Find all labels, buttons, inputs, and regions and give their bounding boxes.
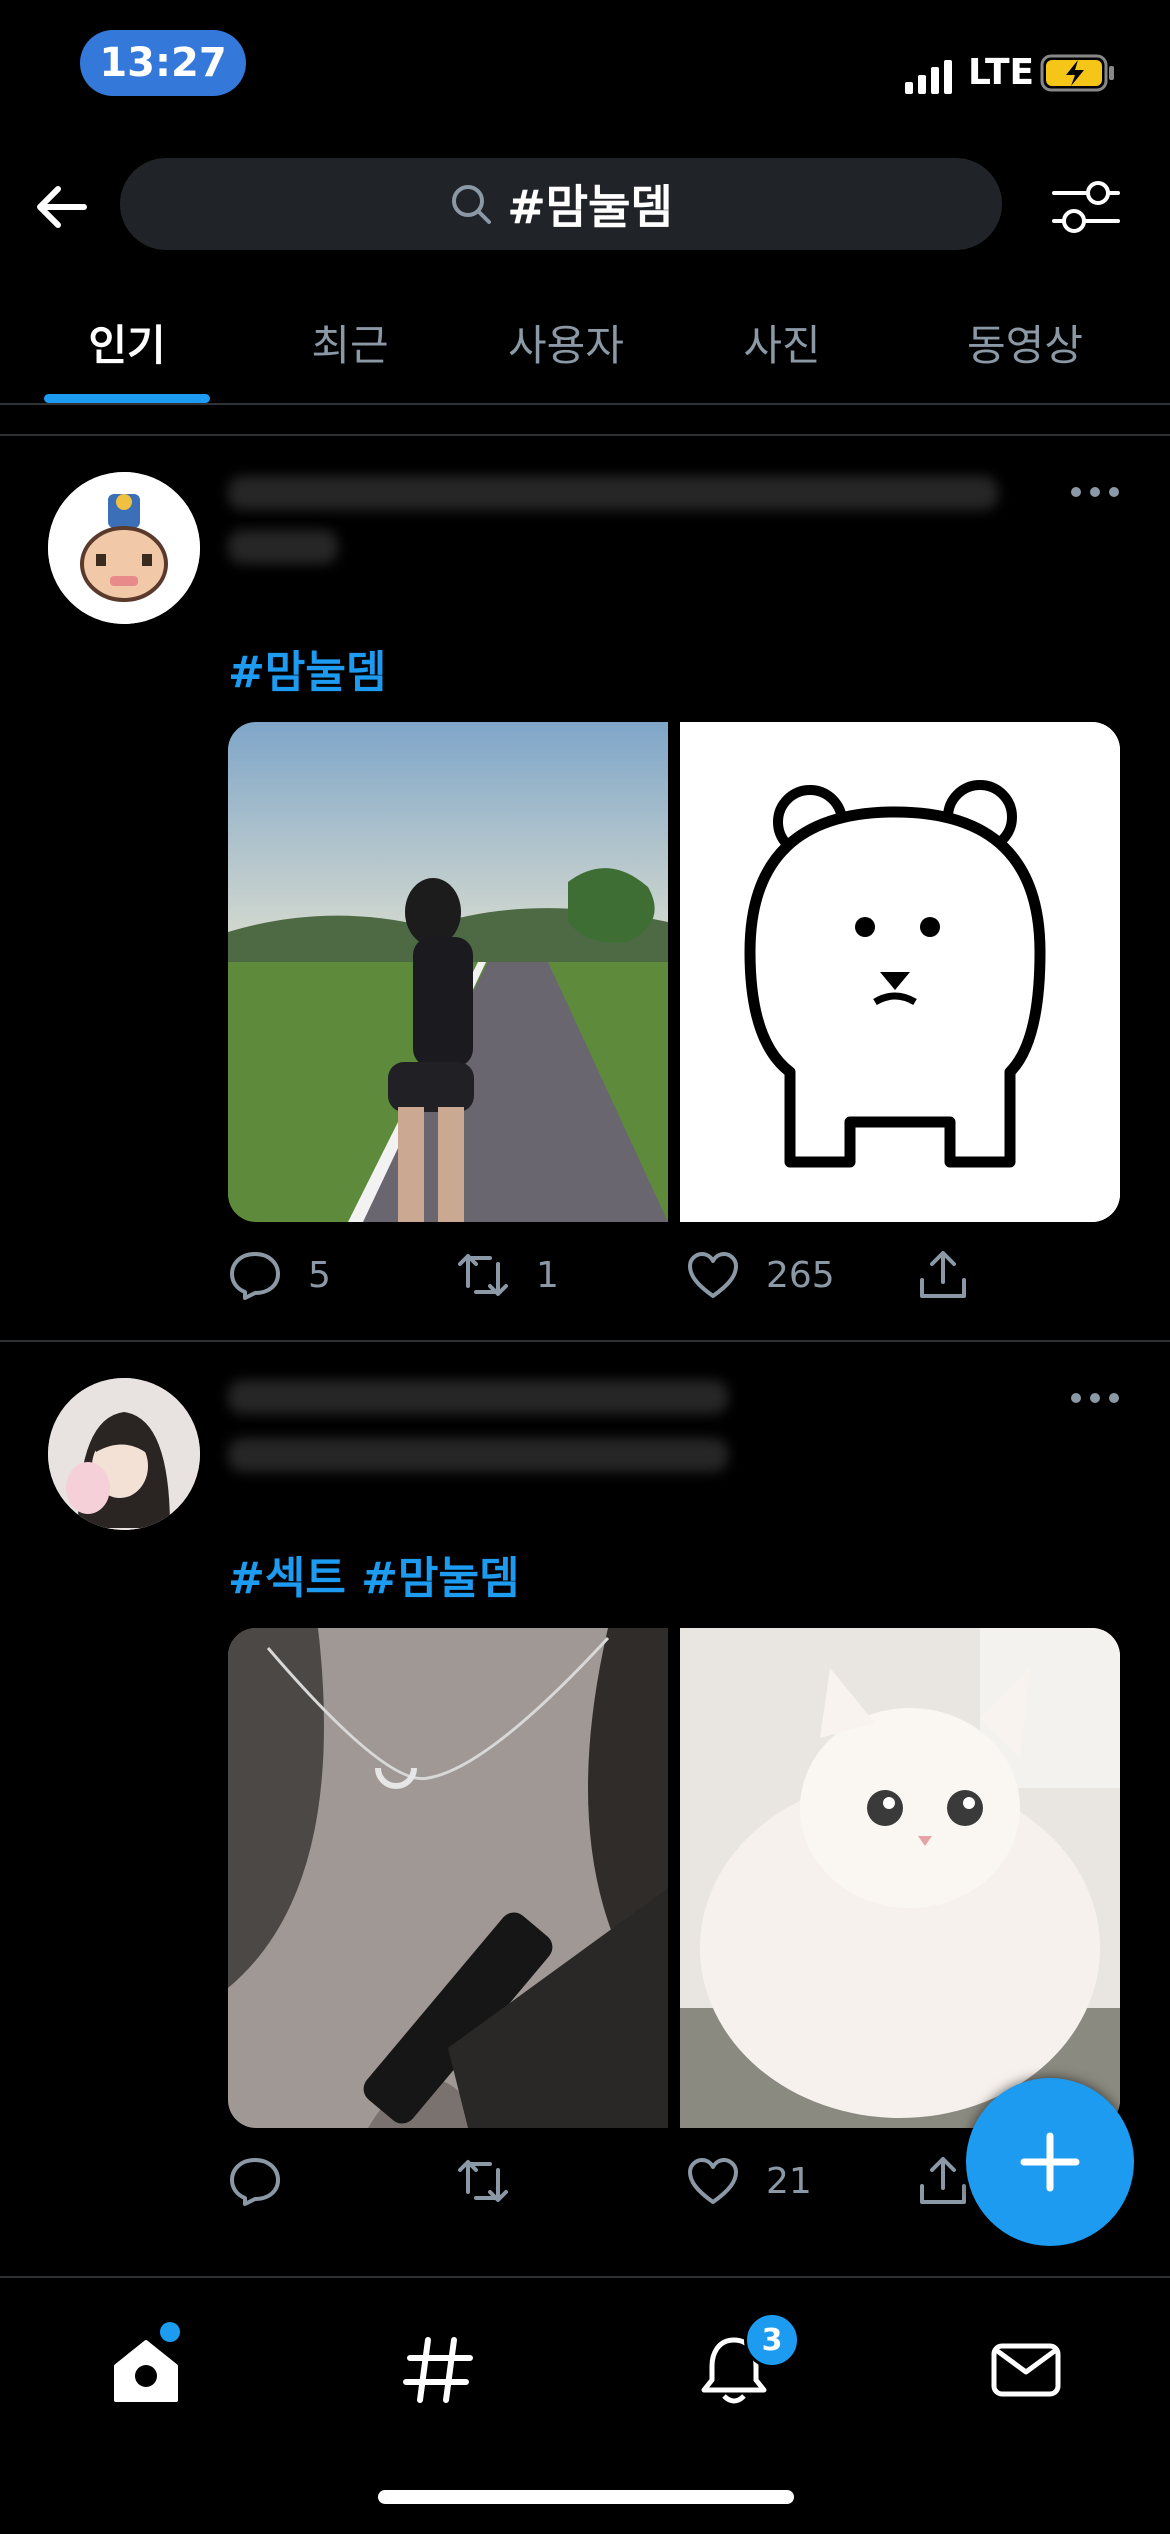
post-avatar[interactable] [48, 472, 200, 624]
messages-icon [991, 2343, 1061, 2397]
post-divider [0, 1340, 1170, 1342]
heart-icon [688, 1252, 738, 1298]
post-hashtags[interactable]: #섹트 #맘눌뎀 [228, 1542, 519, 1606]
cartoon-avatar-image [48, 472, 200, 624]
tab-users[interactable]: 사용자 [508, 312, 624, 373]
tab-videos[interactable]: 동영상 [967, 312, 1083, 373]
tab-recent[interactable]: 최근 [311, 312, 388, 373]
like-count: 21 [766, 2160, 812, 2202]
reply-count: 5 [308, 1254, 331, 1296]
filter-settings-icon[interactable] [1050, 175, 1122, 239]
compose-tweet-button[interactable] [966, 2078, 1134, 2246]
media-image-person-on-road[interactable] [228, 722, 668, 1222]
feed-top-divider [0, 434, 1170, 436]
post-media-grid[interactable] [228, 722, 1120, 1222]
retweet-button[interactable]: 1 [456, 1250, 559, 1300]
like-button[interactable]: 265 [686, 1250, 835, 1300]
home-new-dot [160, 2322, 180, 2342]
home-indicator[interactable] [378, 2490, 794, 2504]
tab-photos[interactable]: 사진 [743, 312, 820, 373]
heart-icon [688, 2158, 738, 2204]
post-avatar[interactable] [48, 1378, 200, 1530]
active-tab-indicator [44, 394, 210, 403]
tabs-divider [0, 403, 1170, 405]
media-image-white-bear-drawing[interactable] [680, 722, 1120, 1222]
share-button[interactable] [916, 1250, 970, 1300]
nav-explore[interactable] [398, 2330, 478, 2410]
notifications-badge: 3 [744, 2312, 800, 2368]
search-field[interactable]: #맘눌뎀 [120, 158, 1002, 250]
reply-button[interactable]: 5 [228, 1250, 331, 1300]
nav-notifications[interactable]: 3 [694, 2312, 800, 2410]
more-options-icon[interactable] [1070, 486, 1120, 498]
hashtag-icon [403, 2337, 473, 2403]
search-query: #맘눌뎀 [507, 180, 673, 234]
more-options-icon[interactable] [1070, 1392, 1120, 1404]
retweet-button[interactable] [456, 2156, 536, 2206]
post-text-blurred [228, 1438, 728, 1472]
share-icon [920, 2157, 966, 2204]
media-image-white-kitten[interactable] [680, 1628, 1120, 2128]
post-hashtags[interactable]: #맘눌뎀 [228, 636, 386, 700]
retweet-count: 1 [536, 1254, 559, 1296]
plus-icon [1020, 2132, 1080, 2192]
status-time: 13:27 [80, 30, 246, 96]
like-count: 265 [766, 1254, 835, 1296]
anime-avatar-image [48, 1378, 200, 1530]
share-button[interactable] [916, 2156, 970, 2206]
home-icon [114, 2340, 178, 2402]
cellular-signal-icon [905, 60, 952, 94]
reply-icon [230, 2158, 280, 2206]
nav-messages[interactable] [986, 2330, 1066, 2410]
nav-home[interactable] [106, 2322, 186, 2410]
retweet-icon [458, 1254, 508, 1296]
post-text-blurred [228, 530, 338, 564]
reply-button[interactable] [228, 2156, 308, 2206]
post-media-grid[interactable] [228, 1628, 1120, 2128]
tab-popular[interactable]: 인기 [88, 312, 165, 373]
back-arrow-icon[interactable] [30, 175, 94, 239]
media-image-necklace[interactable] [228, 1628, 668, 2128]
battery-charging-icon [1040, 54, 1114, 92]
retweet-icon [458, 2160, 508, 2202]
search-icon [452, 185, 492, 224]
network-type: LTE [968, 52, 1035, 93]
post-author-blurred [228, 476, 998, 510]
post-author-blurred [228, 1380, 728, 1414]
reply-icon [230, 1252, 280, 1300]
share-icon [920, 1251, 966, 1298]
like-button[interactable]: 21 [686, 2156, 812, 2206]
